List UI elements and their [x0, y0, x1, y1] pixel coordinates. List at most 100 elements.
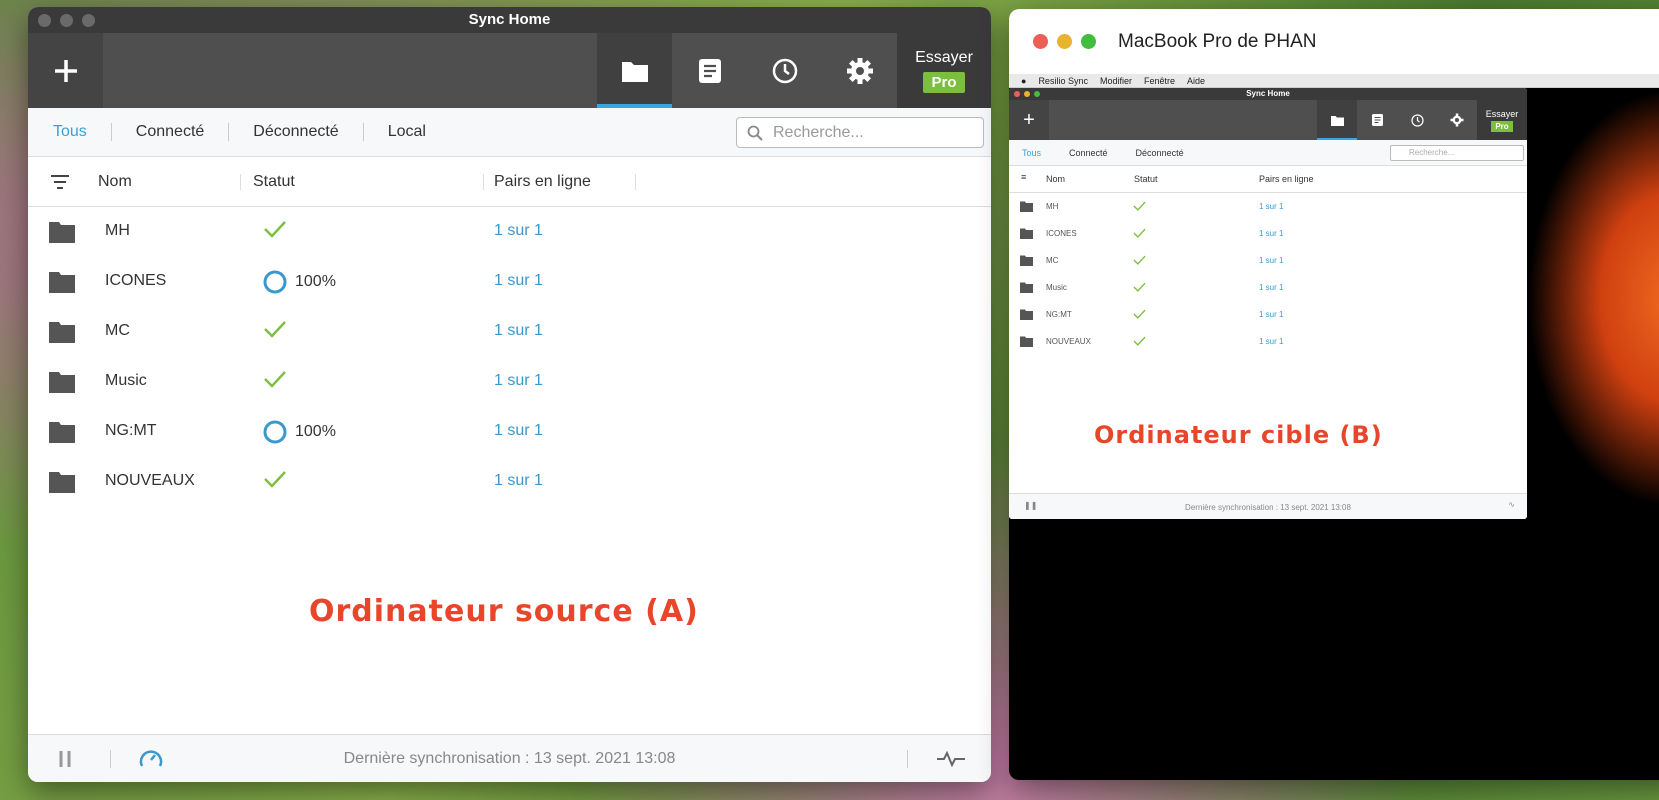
status-footer: Dernière synchronisation : 13 sept. 2021…: [28, 734, 991, 782]
table-row[interactable]: ICONES 100% 1 sur 1: [28, 257, 991, 307]
zoom-button[interactable]: [1034, 91, 1040, 97]
filter-local[interactable]: Local: [364, 123, 450, 141]
tab-settings[interactable]: [1437, 100, 1477, 140]
apple-icon[interactable]: ●: [1021, 76, 1026, 86]
status-text: 100%: [295, 273, 336, 290]
search-input[interactable]: Recherche...: [1390, 145, 1524, 161]
folder-name: NOUVEAUX: [1046, 337, 1091, 346]
table-header: ≡ Nom Statut Pairs en ligne: [1009, 166, 1527, 193]
zoom-button[interactable]: [1081, 34, 1096, 49]
tab-folders[interactable]: [1317, 100, 1357, 140]
peers-link[interactable]: 1 sur 1: [1259, 283, 1283, 292]
table-row[interactable]: MH 1 sur 1: [1009, 193, 1527, 220]
tab-log[interactable]: [672, 33, 747, 108]
filter-all[interactable]: Tous: [1022, 148, 1041, 158]
sync-progress-icon: [263, 420, 287, 444]
remote-toolbar: + Essayer Pro: [1009, 100, 1527, 140]
check-icon: [1133, 255, 1146, 265]
window-controls: [1033, 34, 1096, 49]
folder-icon: [1020, 228, 1033, 239]
folder-icon: [49, 372, 75, 393]
peers-link[interactable]: 1 sur 1: [494, 272, 543, 290]
folder-icon: [1020, 309, 1033, 320]
gear-icon: [846, 57, 873, 84]
column-name[interactable]: Nom: [98, 157, 132, 207]
title-bar[interactable]: MacBook Pro de PHAN: [1009, 9, 1659, 74]
table-row[interactable]: NOUVEAUX 1 sur 1: [1009, 328, 1527, 355]
activity-icon[interactable]: [937, 751, 965, 767]
minimize-button[interactable]: [1024, 91, 1030, 97]
folder-name: NG:MT: [1046, 310, 1072, 319]
filter-connected[interactable]: Connecté: [1069, 148, 1108, 158]
try-label: Essayer: [915, 48, 973, 66]
sort-filter-icon[interactable]: ≡: [1021, 172, 1026, 182]
tab-folders[interactable]: [597, 33, 672, 108]
peers-link[interactable]: 1 sur 1: [494, 472, 543, 490]
folder-list: MH 1 sur 1 ICONES 100% 1 sur 1 MC 1 sur …: [28, 207, 991, 507]
menu-window[interactable]: Fenêtre: [1144, 76, 1175, 86]
filter-all[interactable]: Tous: [53, 123, 111, 141]
column-status[interactable]: Statut: [1134, 174, 1158, 184]
tab-settings[interactable]: [822, 33, 897, 108]
add-button[interactable]: [28, 33, 103, 108]
table-row[interactable]: Music 1 sur 1: [28, 357, 991, 407]
peers-link[interactable]: 1 sur 1: [1259, 229, 1283, 238]
desktop-wallpaper: [1527, 88, 1659, 508]
sort-filter-icon[interactable]: [51, 174, 69, 190]
pro-badge: Pro: [923, 71, 965, 93]
close-button[interactable]: [1014, 91, 1020, 97]
close-button[interactable]: [1033, 34, 1048, 49]
tab-log[interactable]: [1357, 100, 1397, 140]
close-button[interactable]: [38, 14, 51, 27]
check-icon: [264, 221, 286, 238]
peers-link[interactable]: 1 sur 1: [1259, 202, 1283, 211]
minimize-button[interactable]: [60, 14, 73, 27]
title-bar[interactable]: Sync Home: [28, 7, 991, 33]
status-text: 100%: [295, 423, 336, 440]
peers-link[interactable]: 1 sur 1: [494, 222, 543, 240]
zoom-button[interactable]: [82, 14, 95, 27]
folder-name: Music: [105, 372, 147, 389]
filter-connected[interactable]: Connecté: [112, 123, 229, 141]
menu-help[interactable]: Aide: [1187, 76, 1205, 86]
target-label: Ordinateur cible (B): [1094, 421, 1383, 449]
filter-disconnected[interactable]: Déconnecté: [229, 123, 362, 141]
menu-edit[interactable]: Modifier: [1100, 76, 1132, 86]
table-row[interactable]: NG:MT 1 sur 1: [1009, 301, 1527, 328]
column-peers[interactable]: Pairs en ligne: [1259, 174, 1314, 184]
table-row[interactable]: ICONES 1 sur 1: [1009, 220, 1527, 247]
status-footer: ❚❚ Dernière synchronisation : 13 sept. 2…: [1009, 493, 1527, 519]
tab-history[interactable]: [1397, 100, 1437, 140]
status-cell: [263, 320, 287, 338]
peers-link[interactable]: 1 sur 1: [494, 422, 543, 440]
add-button[interactable]: +: [1009, 100, 1049, 140]
menu-app[interactable]: Resilio Sync: [1038, 76, 1088, 86]
activity-icon[interactable]: ∿: [1508, 500, 1515, 509]
filter-disconnected[interactable]: Déconnecté: [1136, 148, 1184, 158]
plus-icon: +: [1023, 108, 1035, 131]
peers-link[interactable]: 1 sur 1: [1259, 256, 1283, 265]
table-row[interactable]: NG:MT 100% 1 sur 1: [28, 407, 991, 457]
last-sync-text: Dernière synchronisation : 13 sept. 2021…: [1185, 503, 1351, 512]
minimize-button[interactable]: [1057, 34, 1072, 49]
table-row[interactable]: NOUVEAUX 1 sur 1: [28, 457, 991, 507]
divider: [240, 174, 241, 190]
table-row[interactable]: MH 1 sur 1: [28, 207, 991, 257]
table-row[interactable]: MC 1 sur 1: [28, 307, 991, 357]
peers-link[interactable]: 1 sur 1: [494, 372, 543, 390]
table-row[interactable]: MC 1 sur 1: [1009, 247, 1527, 274]
tab-history[interactable]: [747, 33, 822, 108]
try-pro-button[interactable]: Essayer Pro: [897, 33, 991, 108]
search-input[interactable]: Recherche...: [736, 117, 984, 148]
try-label: Essayer: [1485, 108, 1519, 119]
peers-link[interactable]: 1 sur 1: [494, 322, 543, 340]
remote-menu-bar: ● Resilio Sync Modifier Fenêtre Aide: [1009, 74, 1659, 88]
table-row[interactable]: Music 1 sur 1: [1009, 274, 1527, 301]
try-pro-button[interactable]: Essayer Pro: [1477, 100, 1527, 140]
peers-link[interactable]: 1 sur 1: [1259, 310, 1283, 319]
peers-link[interactable]: 1 sur 1: [1259, 337, 1283, 346]
column-peers[interactable]: Pairs en ligne: [494, 157, 591, 207]
check-icon: [1133, 282, 1146, 292]
column-status[interactable]: Statut: [253, 157, 295, 207]
column-name[interactable]: Nom: [1046, 174, 1065, 184]
